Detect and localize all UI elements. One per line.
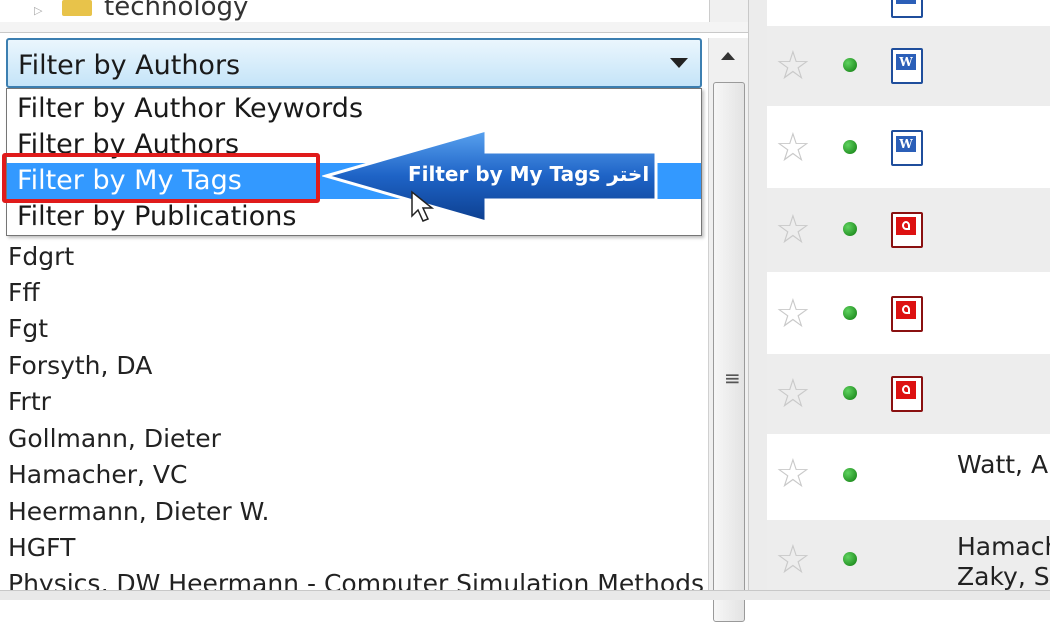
author-cell: Watt, A bbox=[957, 450, 1049, 479]
list-item[interactable]: Frtr bbox=[8, 387, 51, 416]
scrollbar-thumb[interactable]: ≡ bbox=[713, 82, 745, 622]
star-icon[interactable]: ☆ bbox=[775, 46, 811, 86]
tree-expand-icon[interactable]: ▷ bbox=[34, 4, 42, 17]
star-icon[interactable]: ☆ bbox=[775, 294, 811, 334]
word-document-icon: W bbox=[891, 0, 923, 18]
table-row[interactable]: ☆ W bbox=[767, 106, 1050, 188]
unread-dot-icon bbox=[843, 306, 857, 320]
filter-combobox-value: Filter by Authors bbox=[18, 50, 241, 81]
grip-icon: ≡ bbox=[724, 366, 741, 390]
star-icon[interactable]: ☆ bbox=[775, 374, 811, 414]
list-item[interactable]: Fgt bbox=[8, 314, 48, 343]
documents-pane: W ☆ W ☆ W ☆ ☆ ☆ ☆ Watt, A ☆ Hamach Zaky,… bbox=[767, 0, 1050, 599]
red-highlight-box bbox=[2, 153, 320, 203]
table-row[interactable]: ☆ Watt, A bbox=[767, 434, 1050, 520]
unread-dot-icon bbox=[843, 552, 857, 566]
table-row[interactable]: ☆ W bbox=[767, 26, 1050, 106]
author-cell: Hamach bbox=[957, 532, 1050, 561]
folder-icon bbox=[62, 0, 92, 16]
word-document-icon: W bbox=[891, 48, 923, 84]
collection-tree: ▷ technology bbox=[0, 0, 708, 23]
list-item[interactable]: Hamacher, VC bbox=[8, 460, 188, 489]
author-cell: Zaky, S( bbox=[957, 562, 1050, 591]
left-pane: ▷ technology Filter by Authors Filter by… bbox=[0, 0, 749, 622]
unread-dot-icon bbox=[843, 58, 857, 72]
word-document-icon: W bbox=[891, 130, 923, 166]
unread-dot-icon bbox=[843, 468, 857, 482]
list-item[interactable]: Gollmann, Dieter bbox=[8, 424, 221, 453]
pdf-document-icon bbox=[891, 296, 923, 332]
unread-dot-icon bbox=[843, 386, 857, 400]
tree-item-label[interactable]: technology bbox=[104, 0, 248, 22]
pane-splitter[interactable] bbox=[748, 0, 768, 599]
star-icon[interactable]: ☆ bbox=[775, 128, 811, 168]
unread-dot-icon bbox=[843, 140, 857, 154]
unread-dot-icon bbox=[843, 222, 857, 236]
table-row[interactable]: ☆ bbox=[767, 354, 1050, 434]
chevron-down-icon[interactable] bbox=[670, 58, 688, 68]
divider bbox=[0, 22, 748, 33]
star-icon[interactable]: ☆ bbox=[775, 454, 811, 494]
list-item[interactable]: Fdgrt bbox=[8, 242, 74, 271]
dropdown-option-author-keywords[interactable]: Filter by Author Keywords bbox=[7, 91, 701, 127]
mouse-cursor-icon bbox=[411, 190, 435, 222]
star-icon[interactable]: ☆ bbox=[775, 210, 811, 250]
table-row[interactable]: W bbox=[767, 0, 1050, 24]
table-row[interactable]: ☆ Hamach Zaky, S( bbox=[767, 520, 1050, 599]
tree-scrollbar[interactable] bbox=[709, 0, 748, 22]
table-row[interactable]: ☆ bbox=[767, 272, 1050, 354]
scroll-up-icon[interactable] bbox=[721, 52, 735, 60]
filter-combobox[interactable]: Filter by Authors bbox=[6, 38, 702, 88]
author-list-scrollbar[interactable]: ≡ bbox=[708, 38, 749, 622]
list-item[interactable]: Forsyth, DA bbox=[8, 351, 152, 380]
callout-text: Filter by My Tags اختر bbox=[408, 162, 650, 186]
list-item[interactable]: Heermann, Dieter W. bbox=[8, 497, 269, 526]
pdf-document-icon bbox=[891, 212, 923, 248]
list-item[interactable]: Fff bbox=[8, 278, 40, 307]
pdf-document-icon bbox=[891, 376, 923, 412]
star-icon[interactable]: ☆ bbox=[775, 540, 811, 580]
table-row[interactable]: ☆ bbox=[767, 188, 1050, 272]
list-item[interactable]: HGFT bbox=[8, 533, 75, 562]
